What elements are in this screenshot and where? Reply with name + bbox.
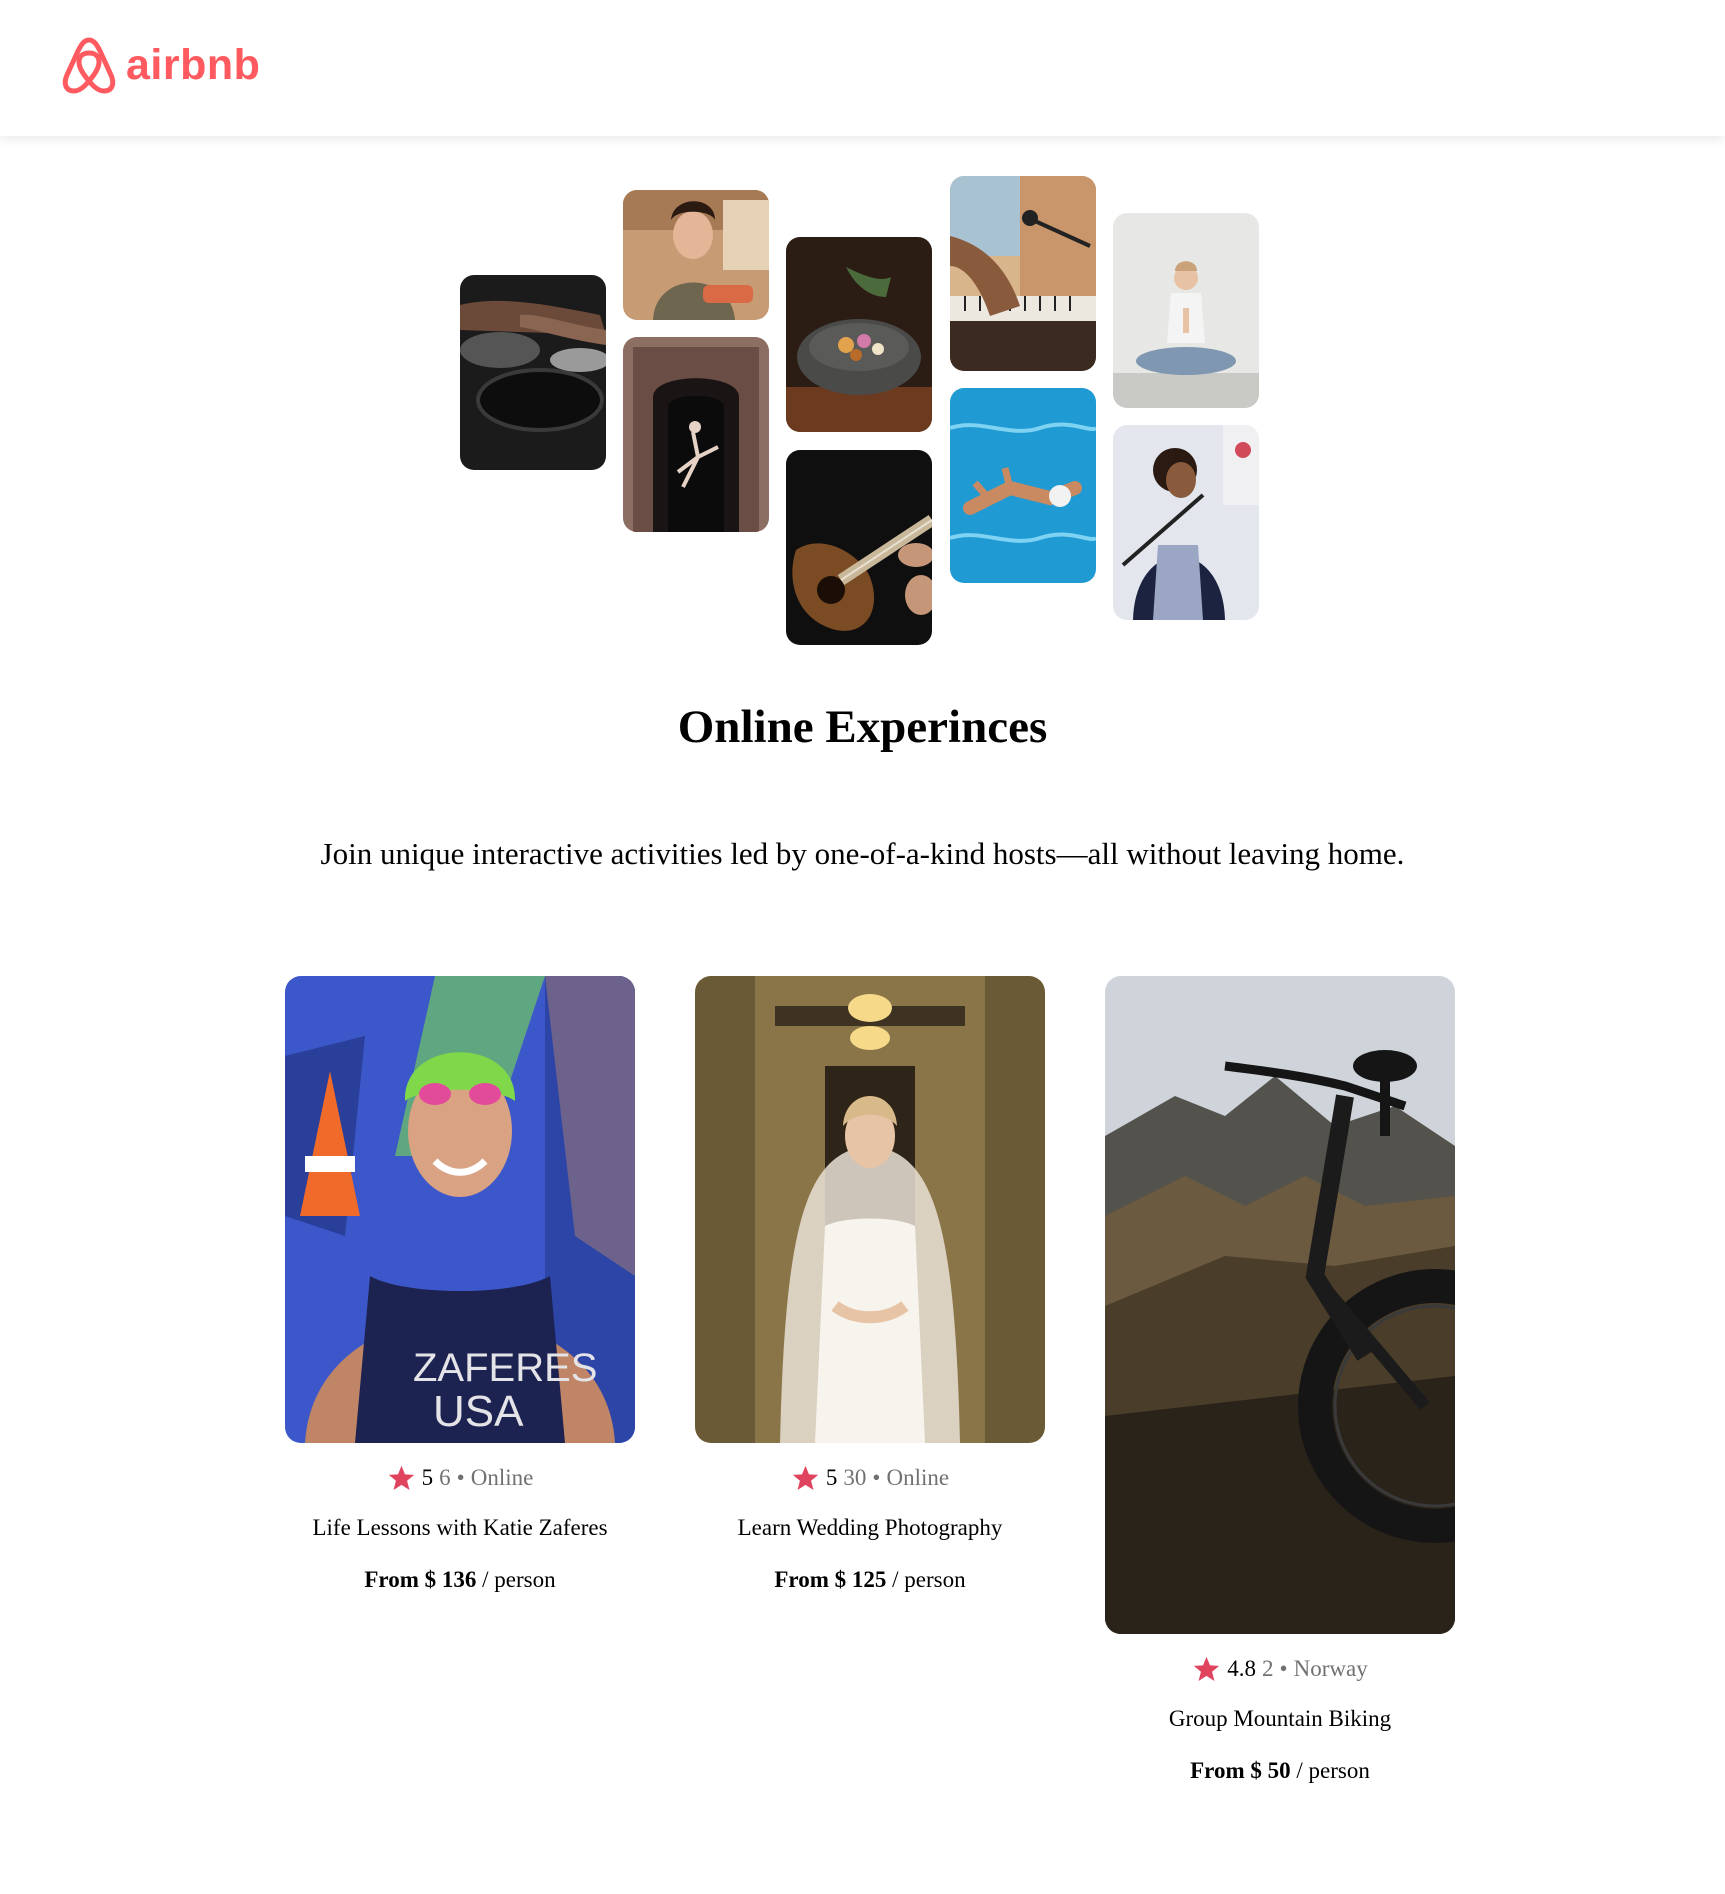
stone-bowl-dish-photo xyxy=(786,237,932,432)
experience-card-mountain-biking[interactable]: 4.8 2 • Norway Group Mountain Biking Fro… xyxy=(1105,976,1455,1786)
card-rating-row: 4.8 2 • Norway xyxy=(1105,1654,1455,1684)
card-price: From $ 50 / person xyxy=(1105,1756,1455,1786)
card-review-count: 6 xyxy=(439,1465,451,1490)
card-price-amount: From $ 136 xyxy=(364,1567,477,1592)
swimmer-pool-photo xyxy=(950,388,1096,583)
card-location: Norway xyxy=(1293,1656,1368,1681)
card-separator: • xyxy=(1279,1656,1288,1681)
card-price-unit: / person xyxy=(1296,1758,1370,1783)
experience-card-wedding-photography[interactable]: 5 30 • Online Learn Wedding Photography … xyxy=(695,976,1045,1595)
card-rating: 4.8 xyxy=(1227,1656,1257,1681)
card-title[interactable]: Group Mountain Biking xyxy=(1105,1704,1455,1734)
card-price-amount: From $ 125 xyxy=(774,1567,887,1592)
card-rating: 5 xyxy=(421,1465,434,1490)
card-review-count: 30 xyxy=(843,1465,867,1490)
card-separator: • xyxy=(872,1465,881,1490)
card-review-count: 2 xyxy=(1262,1656,1274,1681)
card-location: Online xyxy=(470,1465,534,1490)
top-navbar: airbnb xyxy=(0,0,1725,136)
acoustic-guitar-photo xyxy=(786,450,932,645)
card-rating-row: 5 6 • Online xyxy=(285,1463,635,1493)
airbnb-logo[interactable]: airbnb xyxy=(60,34,260,96)
bride-wedding-photo[interactable] xyxy=(695,976,1045,1443)
card-location: Online xyxy=(886,1465,950,1490)
chef-woman-photo xyxy=(623,190,769,320)
singer-microphone-photo xyxy=(1113,425,1259,620)
star-icon xyxy=(791,1464,820,1493)
svg-text:USA: USA xyxy=(433,1387,524,1436)
star-icon xyxy=(1192,1655,1221,1684)
mountain-bike-photo[interactable] xyxy=(1105,976,1455,1634)
card-title[interactable]: Learn Wedding Photography xyxy=(695,1513,1045,1543)
piano-microphone-photo xyxy=(950,176,1096,371)
page-subtitle: Join unique interactive activities led b… xyxy=(320,836,1405,871)
airbnb-wordmark: airbnb xyxy=(126,40,261,89)
svg-text:ZAFERES: ZAFERES xyxy=(413,1346,597,1390)
card-price: From $ 125 / person xyxy=(695,1565,1045,1595)
card-rating: 5 xyxy=(825,1465,838,1490)
cooking-pans-photo xyxy=(460,275,606,470)
card-price-amount: From $ 50 xyxy=(1190,1758,1291,1783)
card-separator: • xyxy=(456,1465,465,1490)
triathlete-zaferes-photo[interactable]: ZAFERES USA xyxy=(285,976,635,1443)
star-icon xyxy=(387,1464,416,1493)
card-price-unit: / person xyxy=(482,1567,556,1592)
card-price: From $ 136 / person xyxy=(285,1565,635,1595)
page-title: Online Experinces xyxy=(677,701,1048,753)
dancer-doorway-photo xyxy=(623,337,769,532)
experience-card-katie-zaferes[interactable]: ZAFERES USA 5 6 • Online Life Lessons wi… xyxy=(285,976,635,1595)
card-title[interactable]: Life Lessons with Katie Zaferes xyxy=(285,1513,635,1543)
card-price-unit: / person xyxy=(892,1567,966,1592)
meditation-yoga-photo xyxy=(1113,213,1259,408)
airbnb-belo-logo-icon xyxy=(60,34,118,96)
card-rating-row: 5 30 • Online xyxy=(695,1463,1045,1493)
